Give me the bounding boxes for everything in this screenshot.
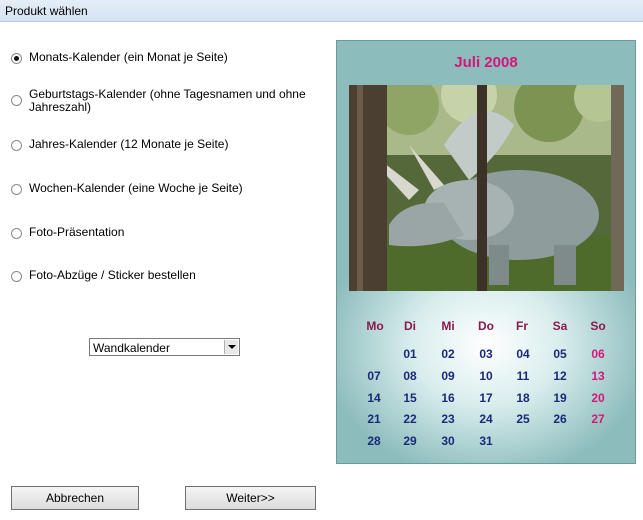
- calendar-day: 09: [441, 369, 455, 383]
- option-foto-praesentation[interactable]: Foto-Präsentation: [11, 226, 329, 239]
- weekday-do: Do: [478, 319, 494, 333]
- calendar-day: 23: [441, 412, 455, 426]
- radio-icon[interactable]: [11, 53, 22, 64]
- calendar-day: 25: [516, 412, 530, 426]
- option-label: Foto-Präsentation: [29, 225, 125, 239]
- option-monats-kalender[interactable]: Monats-Kalender (ein Monat je Seite): [11, 51, 329, 64]
- calendar-day: 26: [553, 412, 567, 426]
- calendar-day-sunday: 06: [591, 347, 605, 361]
- format-select[interactable]: Wandkalender: [89, 338, 240, 356]
- weekday-fr: Fr: [516, 319, 528, 333]
- weekday-mi: Mi: [441, 319, 455, 333]
- option-wochen-kalender[interactable]: Wochen-Kalender (eine Woche je Seite): [11, 182, 329, 195]
- calendar-day-sunday: 13: [591, 369, 605, 383]
- option-jahres-kalender[interactable]: Jahres-Kalender (12 Monate je Seite): [11, 138, 329, 151]
- window-title: Produkt wählen: [5, 4, 88, 18]
- option-label: Jahres-Kalender (12 Monate je Seite): [29, 137, 229, 151]
- weekday-di: Di: [404, 319, 416, 333]
- calendar-day-sunday: 27: [591, 412, 605, 426]
- calendar-day: 19: [553, 391, 567, 405]
- calendar-day: 08: [403, 369, 417, 383]
- calendar-day: 29: [403, 434, 417, 448]
- cancel-button[interactable]: Abbrechen: [11, 486, 139, 510]
- calendar-day: 02: [441, 347, 455, 361]
- radio-icon[interactable]: [11, 228, 22, 239]
- calendar-day: 14: [367, 391, 381, 405]
- option-foto-abzuege[interactable]: Foto-Abzüge / Sticker bestellen: [11, 269, 329, 282]
- weekday-mo: Mo: [366, 319, 384, 333]
- calendar-day: 24: [479, 412, 493, 426]
- calendar-day: 04: [516, 347, 530, 361]
- radio-icon[interactable]: [11, 95, 22, 106]
- option-label: Monats-Kalender (ein Monat je Seite): [29, 50, 228, 64]
- calendar-day: 10: [479, 369, 493, 383]
- calendar-day: 11: [516, 369, 530, 383]
- calendar-day: 18: [516, 391, 530, 405]
- calendar-day: 28: [367, 434, 381, 448]
- calendar-preview: Juli 2008 Mo Di Mi Do Fr Sa So 01 02 03 …: [336, 40, 636, 464]
- calendar-day: 16: [441, 391, 455, 405]
- next-button[interactable]: Weiter>>: [185, 486, 316, 510]
- option-label: Geburtstags-Kalender (ohne Tagesnamen un…: [29, 87, 306, 114]
- calendar-day: 07: [367, 369, 381, 383]
- calendar-day: 17: [479, 391, 493, 405]
- weekday-so: So: [590, 319, 606, 333]
- chevron-down-icon[interactable]: [224, 340, 238, 354]
- option-label: Foto-Abzüge / Sticker bestellen: [29, 268, 196, 282]
- preview-photo: [349, 85, 624, 291]
- option-geburtstags-kalender[interactable]: Geburtstags-Kalender (ohne Tagesnamen un…: [11, 88, 329, 114]
- calendar-day-sunday: 20: [591, 391, 605, 405]
- product-dialog: Produkt wählen Monats-Kalender (ein Mona…: [0, 0, 643, 520]
- calendar-day: 15: [403, 391, 417, 405]
- calendar-day: 05: [553, 347, 567, 361]
- calendar-day: 03: [479, 347, 493, 361]
- title-bar: Produkt wählen: [0, 0, 643, 22]
- format-select-value: Wandkalender: [93, 341, 170, 355]
- preview-month-title: Juli 2008: [454, 54, 518, 71]
- radio-icon[interactable]: [11, 140, 22, 151]
- dinosaur-photo-icon: [349, 85, 624, 291]
- calendar-day: 01: [403, 347, 417, 361]
- option-label: Wochen-Kalender (eine Woche je Seite): [29, 181, 243, 195]
- calendar-day: 21: [367, 412, 381, 426]
- weekday-sa: Sa: [552, 319, 568, 333]
- calendar-day: 12: [553, 369, 567, 383]
- calendar-day: 31: [479, 434, 493, 448]
- radio-icon[interactable]: [11, 184, 22, 195]
- calendar-day: 30: [441, 434, 455, 448]
- calendar-day: 22: [403, 412, 417, 426]
- radio-icon[interactable]: [11, 271, 22, 282]
